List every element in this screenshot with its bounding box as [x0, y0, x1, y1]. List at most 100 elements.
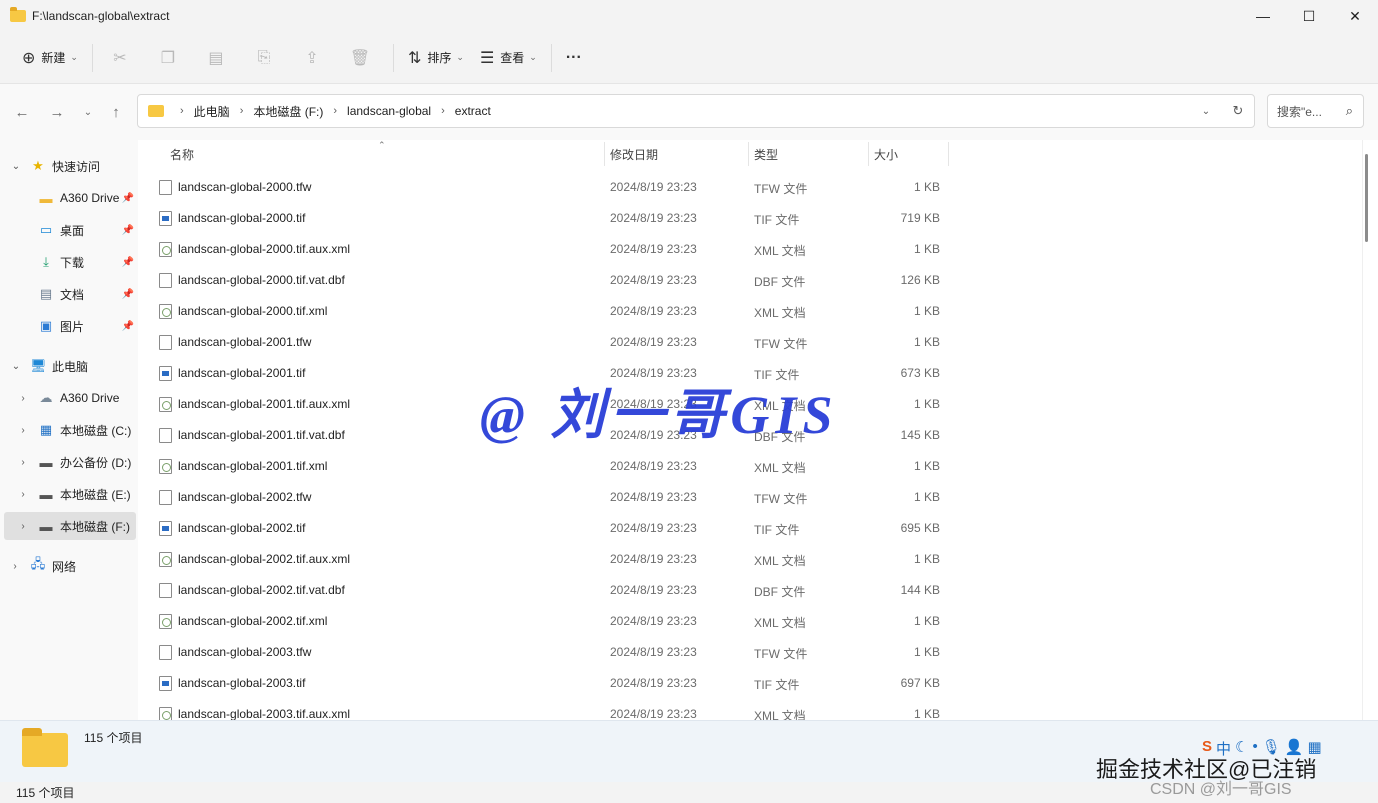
image-file-icon: [159, 521, 172, 536]
refresh-icon[interactable]: ↻: [1222, 103, 1254, 119]
rename-button[interactable]: ⎘: [243, 40, 291, 76]
file-date: 2024/8/19 23:23: [610, 521, 697, 535]
sidebar-item-downloads[interactable]: ⤓ 下载 📌: [0, 248, 138, 276]
breadcrumb-this-pc[interactable]: 此电脑: [194, 103, 230, 120]
file-row[interactable]: landscan-global-2001.tfw 2024/8/19 23:23 T…: [138, 327, 1358, 358]
file-row[interactable]: landscan-global-2003.tif 2024/8/19 23:23 T…: [138, 668, 1358, 699]
cut-button[interactable]: ✂: [99, 40, 147, 76]
file-row[interactable]: landscan-global-2003.tif.aux.xml 2024/8/1…: [138, 699, 1358, 720]
column-header-type[interactable]: 类型: [754, 140, 866, 168]
file-size: 1 KB: [913, 490, 940, 504]
file-name: landscan-global-2001.tfw: [178, 335, 312, 349]
chevron-right-icon[interactable]: ›: [16, 393, 30, 404]
column-header-size[interactable]: 大小: [874, 140, 946, 168]
recent-button[interactable]: ⌄: [76, 100, 100, 124]
chevron-right-icon[interactable]: ›: [16, 457, 30, 468]
sidebar-item-drive-c[interactable]: › ▦ 本地磁盘 (C:): [0, 416, 138, 444]
file-size: 673 KB: [900, 366, 940, 380]
view-button[interactable]: ☰ 查看 ⌄: [472, 40, 545, 76]
sidebar-item-quick-access[interactable]: ⌄ ★ 快速访问: [0, 152, 138, 180]
share-icon: ⇪: [305, 49, 319, 67]
sidebar-item-a360-drive-pinned[interactable]: ▬ A360 Drive 📌: [0, 184, 138, 212]
sidebar-item-documents[interactable]: ▤ 文档 📌: [0, 280, 138, 308]
file-date: 2024/8/19 23:23: [610, 490, 697, 504]
file-type: XML 文档: [754, 709, 806, 720]
file-row[interactable]: landscan-global-2002.tif.xml 2024/8/19 23…: [138, 606, 1358, 637]
file-row[interactable]: landscan-global-2000.tif.xml 2024/8/19 23…: [138, 296, 1358, 327]
new-button[interactable]: ⊕ 新建 ⌄: [14, 40, 86, 76]
file-row[interactable]: landscan-global-2000.tif 2024/8/19 23:23 T…: [138, 203, 1358, 234]
file-date: 2024/8/19 23:23: [610, 273, 697, 287]
sidebar-item-desktop[interactable]: ▭ 桌面 📌: [0, 216, 138, 244]
sidebar-item-drive-d[interactable]: › ▬ 办公备份 (D:): [0, 448, 138, 476]
up-button[interactable]: ↑: [104, 100, 128, 124]
sidebar-item-drive-e[interactable]: › ▬ 本地磁盘 (E:): [0, 480, 138, 508]
file-name: landscan-global-2000.tif.vat.dbf: [178, 273, 345, 287]
folder-icon: [22, 728, 68, 767]
sidebar-item-pictures[interactable]: ▣ 图片 📌: [0, 312, 138, 340]
xml-file-icon: [159, 459, 172, 474]
column-divider[interactable]: [604, 142, 605, 166]
column-header-date[interactable]: 修改日期: [610, 140, 746, 168]
file-row[interactable]: landscan-global-2002.tif.aux.xml 2024/8/1…: [138, 544, 1358, 575]
chevron-down-icon[interactable]: ⌄: [9, 161, 23, 172]
file-name: landscan-global-2002.tif.aux.xml: [178, 552, 351, 566]
title-bar: F:\landscan-global\extract — ☐ ✕: [0, 0, 1378, 32]
rename-icon: ⎘: [257, 48, 271, 66]
chevron-right-icon[interactable]: ›: [16, 425, 30, 436]
file-name: landscan-global-2002.tif.xml: [178, 614, 328, 628]
scrollbar-thumb[interactable]: [1365, 154, 1368, 242]
sidebar-item-this-pc[interactable]: ⌄ 🖥 此电脑: [0, 352, 138, 380]
more-button[interactable]: ···: [558, 40, 596, 76]
column-divider[interactable]: [868, 142, 869, 166]
close-button[interactable]: ✕: [1332, 0, 1378, 32]
file-row[interactable]: landscan-global-2002.tfw 2024/8/19 23:23 T…: [138, 482, 1358, 513]
chevron-right-icon[interactable]: ›: [8, 561, 22, 572]
chevron-right-icon: ›: [333, 105, 338, 117]
copy-button[interactable]: ❐: [147, 40, 195, 76]
scrollbar-track[interactable]: [1362, 140, 1363, 720]
column-header-name[interactable]: 名称: [170, 140, 602, 168]
pin-icon: 📌: [121, 224, 134, 236]
file-type: TIF 文件: [754, 523, 800, 537]
sidebar-item-a360-drive[interactable]: › ☁ A360 Drive: [0, 384, 138, 412]
column-divider[interactable]: [748, 142, 749, 166]
sort-button[interactable]: ⇅ 排序 ⌄: [400, 40, 472, 76]
paste-button[interactable]: ▤: [195, 40, 243, 76]
share-button[interactable]: ⇪: [291, 40, 339, 76]
chevron-right-icon[interactable]: ›: [16, 521, 30, 532]
file-row[interactable]: landscan-global-2002.tif.vat.dbf 2024/8/1…: [138, 575, 1358, 606]
file-row[interactable]: landscan-global-2000.tif.aux.xml 2024/8/1…: [138, 234, 1358, 265]
star-icon: ★: [32, 158, 44, 173]
history-dropdown-icon[interactable]: ⌄: [1190, 106, 1222, 117]
file-row[interactable]: landscan-global-2000.tif.vat.dbf 2024/8/1…: [138, 265, 1358, 296]
file-row[interactable]: landscan-global-2003.tfw 2024/8/19 23:23 T…: [138, 637, 1358, 668]
sort-label: 排序: [427, 51, 452, 65]
plus-circle-icon: ⊕: [22, 49, 36, 67]
breadcrumb-landscan-global[interactable]: landscan-global: [347, 104, 431, 118]
chevron-right-icon[interactable]: ›: [16, 489, 30, 500]
maximize-button[interactable]: ☐: [1286, 0, 1332, 32]
file-date: 2024/8/19 23:23: [610, 304, 697, 318]
breadcrumb-drive-f[interactable]: 本地磁盘 (F:): [253, 103, 323, 120]
back-button[interactable]: ←: [10, 100, 34, 124]
pin-icon: 📌: [121, 256, 134, 268]
sidebar-item-network[interactable]: › 🖧 网络: [0, 552, 138, 580]
forward-button[interactable]: →: [45, 100, 69, 124]
pin-icon: 📌: [121, 320, 134, 332]
file-row[interactable]: landscan-global-2000.tfw 2024/8/19 23:23 T…: [138, 172, 1358, 203]
file-date: 2024/8/19 23:23: [610, 552, 697, 566]
chevron-down-icon[interactable]: ⌄: [9, 361, 23, 372]
file-name: landscan-global-2001.tif: [178, 366, 306, 380]
csdn-watermark: CSDN @刘一哥GIS: [1150, 781, 1292, 798]
file-row[interactable]: landscan-global-2002.tif 2024/8/19 23:23 T…: [138, 513, 1358, 544]
column-divider[interactable]: [948, 142, 949, 166]
sidebar-item-drive-f[interactable]: › ▬ 本地磁盘 (F:): [4, 512, 136, 540]
address-bar[interactable]: › 此电脑 › 本地磁盘 (F:) › landscan-global › ex…: [137, 94, 1255, 128]
delete-button[interactable]: 🗑: [339, 40, 387, 76]
minimize-button[interactable]: —: [1240, 0, 1286, 32]
file-row[interactable]: landscan-global-2001.tif.xml 2024/8/19 23…: [138, 451, 1358, 482]
search-box[interactable]: 搜索"e... ⌕: [1267, 94, 1364, 128]
clipboard-icon: ▤: [208, 49, 224, 67]
breadcrumb-extract[interactable]: extract: [455, 104, 491, 118]
